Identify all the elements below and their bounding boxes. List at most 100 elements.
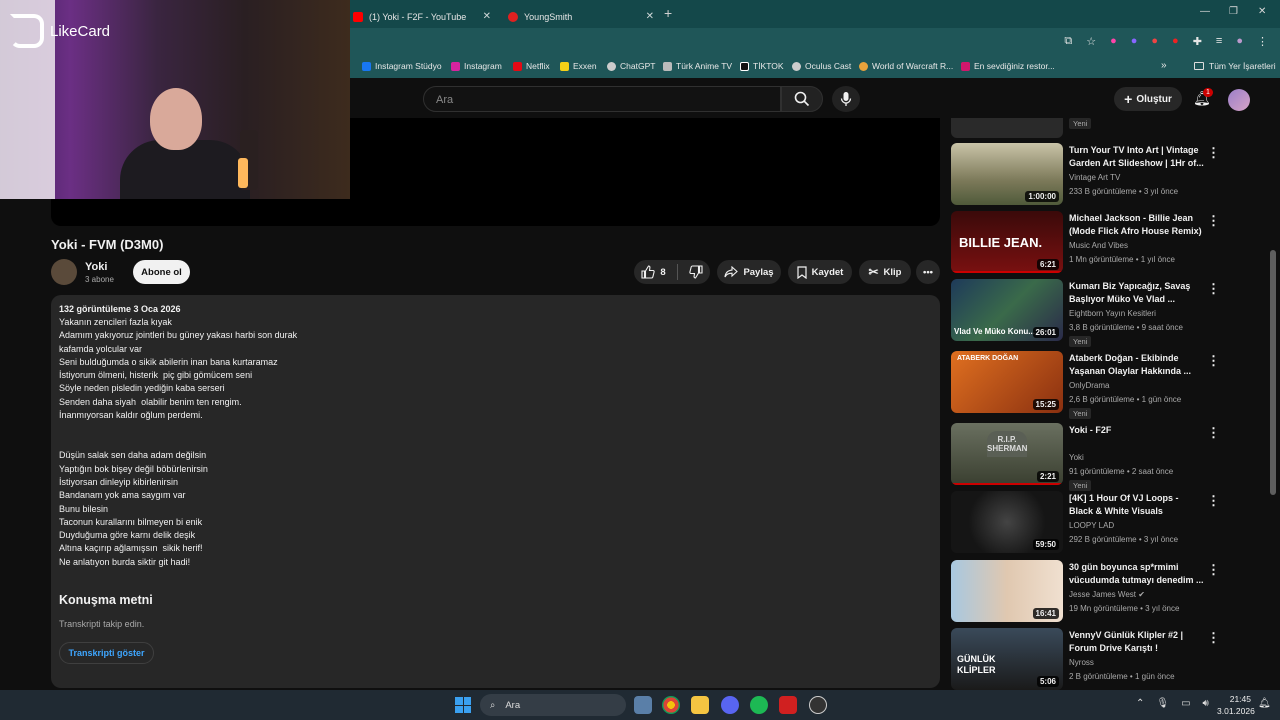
list-item[interactable]: GÜNLÜK KLİPLER 5:06 VennyV Günlük Kliple… [951,628,1251,694]
extension-icon[interactable]: ● [1110,35,1117,48]
channel-avatar[interactable] [51,259,77,285]
widgets-icon[interactable] [634,696,652,714]
more-vert-icon[interactable]: ⋮ [1207,493,1220,509]
chevron-up-icon[interactable]: ⌃ [1136,698,1144,709]
video-title[interactable]: Kumarı Biz Yapıcağız, Savaş Başlıyor Mük… [1069,280,1205,306]
list-item[interactable]: 16:41 30 gün boyunca sp*rmimi vücudumda … [951,560,1251,626]
search-button[interactable] [781,86,823,112]
profile-icon[interactable]: ● [1236,35,1243,48]
channel-name[interactable]: Nyross [1069,658,1094,667]
video-thumbnail[interactable]: Vlad Ve Müko Konu... 26:01 [951,279,1063,341]
create-button[interactable]: + Oluştur [1114,87,1182,111]
obs-icon[interactable] [809,696,827,714]
more-vert-icon[interactable]: ⋮ [1207,353,1220,369]
video-thumbnail[interactable]: GÜNLÜK KLİPLER 5:06 [951,628,1063,690]
bookmark-restaurant[interactable]: En sevdiğiniz restor... [961,61,1055,71]
list-item[interactable]: 1:00:00 Turn Your TV Into Art | Vintage … [951,143,1251,209]
taskbar-search[interactable]: ⌕ Ara [480,694,626,716]
channel-name[interactable]: Eightborn Yayın Kesitleri [1069,309,1156,318]
video-thumbnail[interactable]: 1:00:00 [951,143,1063,205]
close-tab-icon[interactable]: ✕ [483,11,491,22]
close-tab-icon[interactable]: ✕ [646,11,654,22]
new-tab-button[interactable]: + [664,5,672,21]
dislike-icon[interactable] [688,265,703,279]
channel-name[interactable]: Music And Vibes [1069,241,1128,250]
bookmark-chatgpt[interactable]: ChatGPT [607,61,655,71]
install-icon[interactable]: ⧉ [1064,35,1072,48]
list-item[interactable]: BILLIE JEAN. 6:21 Michael Jackson - Bill… [951,211,1251,277]
taskbar-clock[interactable]: 21:45 3.01.2026 [1217,693,1255,717]
bookmark-wow[interactable]: World of Warcraft R... [859,61,953,71]
voicemeeter-icon[interactable] [779,696,797,714]
more-vert-icon[interactable]: ⋮ [1207,213,1220,229]
chrome-icon[interactable] [662,696,680,714]
bookmark-turk-anime[interactable]: Türk Anime TV [663,61,732,71]
video-title[interactable]: Michael Jackson - Billie Jean (Mode Flic… [1069,212,1205,238]
video-thumbnail[interactable]: 16:41 [951,560,1063,622]
channel-name[interactable]: Yoki [85,261,107,273]
spotify-icon[interactable] [750,696,768,714]
bookmark-tiktok[interactable]: TİKTOK [740,61,784,71]
star-icon[interactable]: ☆ [1086,35,1096,48]
all-bookmarks[interactable]: Tüm Yer İşaretleri [1194,61,1276,71]
save-button[interactable]: Kaydet [788,260,852,284]
video-thumbnail[interactable]: ATABERK DOĞAN 15:25 [951,351,1063,413]
avatar[interactable] [1228,89,1250,111]
list-item[interactable]: Vlad Ve Müko Konu... 26:01 Kumarı Biz Ya… [951,279,1251,347]
network-icon[interactable]: ▭ [1181,698,1190,709]
bookmark-instagram-studio[interactable]: Instagram Stüdyo [362,61,442,71]
puzzle-icon[interactable]: ✚ [1193,35,1202,48]
microphone-icon[interactable]: 🎙︎ [1156,698,1169,709]
description-box[interactable]: 132 görüntüleme 3 Oca 2026 Yakanın zenci… [51,295,940,688]
volume-icon[interactable]: 🔊︎ [1203,698,1209,709]
subscribe-button[interactable]: Abone ol [133,260,190,284]
media-icon[interactable]: ≡ [1216,35,1222,48]
more-vert-icon[interactable]: ⋮ [1207,630,1220,646]
extension-icon[interactable]: ● [1131,35,1138,48]
maximize-button[interactable]: ❐ [1229,6,1238,17]
list-item[interactable]: R.I.P. SHERMAN 2:21 Yoki - F2F Yoki 91 g… [951,423,1251,491]
notification-icon[interactable]: 🔔︎ [1258,698,1271,709]
like-icon[interactable] [641,265,656,279]
channel-name[interactable]: Yoki [1069,453,1084,462]
share-button[interactable]: Paylaş [717,260,781,284]
minimize-button[interactable]: — [1200,6,1210,17]
more-actions-button[interactable]: ••• [916,260,940,284]
video-thumbnail[interactable] [951,118,1063,138]
bookmarks-overflow-icon[interactable]: » [1161,60,1167,71]
more-vert-icon[interactable]: ⋮ [1207,425,1220,441]
more-vert-icon[interactable]: ⋮ [1207,145,1220,161]
video-title[interactable]: Ataberk Doğan - Ekibinde Yaşanan Olaylar… [1069,352,1205,378]
show-transcript-button[interactable]: Transkripti göster [59,642,154,664]
more-vert-icon[interactable]: ⋮ [1207,281,1220,297]
video-title[interactable]: [4K] 1 Hour Of VJ Loops - Black & White … [1069,492,1205,518]
list-item[interactable]: 59:50 [4K] 1 Hour Of VJ Loops - Black & … [951,491,1251,557]
extension-icon[interactable]: ● [1151,35,1158,48]
channel-name[interactable]: LOOPY LAD [1069,521,1114,530]
close-window-button[interactable]: ✕ [1258,6,1266,17]
voice-search-button[interactable] [832,86,860,112]
bookmark-oculus[interactable]: Oculus Cast [792,61,851,71]
windows-start-icon[interactable] [455,697,471,713]
sidebar-scrollbar[interactable] [1270,250,1276,495]
list-item[interactable]: Yeni [951,118,1251,140]
video-thumbnail[interactable]: R.I.P. SHERMAN 2:21 [951,423,1063,485]
bookmark-exxen[interactable]: Exxen [560,61,597,71]
extension-icon[interactable]: ● [1172,35,1179,48]
channel-name[interactable]: Vintage Art TV [1069,173,1120,182]
tab-youtube[interactable]: (1) Yoki - F2F - YouTube ✕ [345,5,497,28]
list-item[interactable]: ATABERK DOĞAN 15:25 Ataberk Doğan - Ekib… [951,351,1251,419]
more-vert-icon[interactable]: ⋮ [1207,562,1220,578]
clip-button[interactable]: ✂ Klip [859,260,911,284]
video-title[interactable]: VennyV Günlük Klipler #2 | Forum Drive K… [1069,629,1205,655]
file-explorer-icon[interactable] [691,696,709,714]
video-title[interactable]: 30 gün boyunca sp*rmimi vücudumda tutmay… [1069,561,1205,587]
video-thumbnail[interactable]: 59:50 [951,491,1063,553]
menu-icon[interactable]: ⋮ [1257,35,1268,48]
video-title[interactable]: Yoki - F2F [1069,424,1205,450]
channel-name[interactable]: OnlyDrama [1069,381,1109,390]
search-input[interactable]: Ara [423,86,781,112]
video-title[interactable]: Turn Your TV Into Art | Vintage Garden A… [1069,144,1205,170]
bookmark-instagram[interactable]: Instagram [451,61,502,71]
tab-youngsmith[interactable]: YoungSmith ✕ [500,5,660,28]
